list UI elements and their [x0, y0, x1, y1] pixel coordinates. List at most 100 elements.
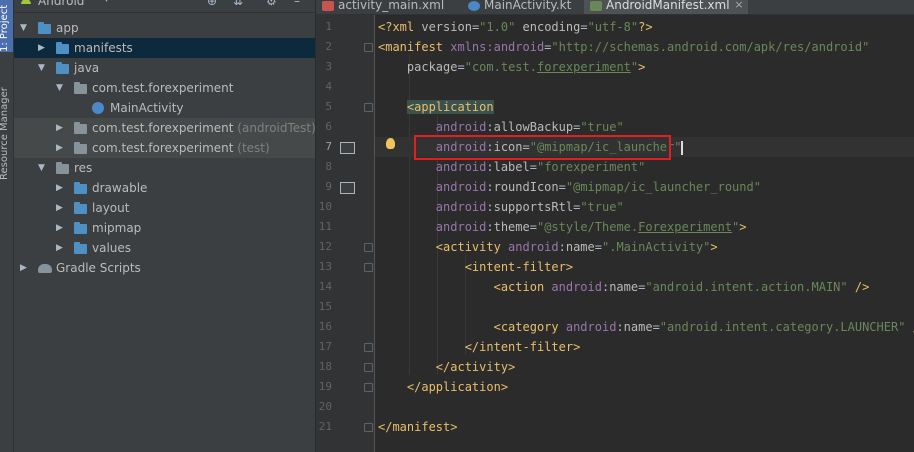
hide-icon[interactable]: – — [294, 0, 300, 8]
text-caret — [681, 140, 684, 155]
image-icon[interactable] — [340, 142, 355, 154]
fold-marker-icon[interactable] — [364, 423, 373, 432]
tree-item[interactable]: ▼ com.test.forexperiment — [14, 78, 315, 98]
code-line[interactable]: <?xml version="1.0" encoding="utf-8"?> — [375, 17, 914, 37]
gutter-line: 18 — [316, 357, 374, 377]
tab-label: AndroidManifest.xml — [606, 0, 730, 12]
gear-icon[interactable]: ⚙ — [266, 0, 277, 8]
tree-item[interactable]: ▶ com.test.forexperiment (test) — [14, 138, 315, 158]
resource-manager-tool-tab[interactable]: Resource Manager — [0, 87, 13, 180]
code-line[interactable]: </activity> — [375, 357, 914, 377]
tree-item-label: layout — [92, 201, 130, 215]
tree-item[interactable]: ▼ res — [14, 158, 315, 178]
code-line[interactable]: <action android:name="android.intent.act… — [375, 277, 914, 297]
tab-mainactivity-kt[interactable]: MainActivity.kt — [464, 0, 579, 14]
view-selector[interactable]: Android — [38, 0, 84, 8]
code-token: android — [435, 180, 487, 194]
fold-marker-icon[interactable] — [364, 43, 373, 52]
code-token: : — [616, 320, 624, 334]
tree-item[interactable]: ▶ mipmap — [14, 218, 315, 238]
code-line[interactable] — [375, 297, 914, 317]
code-line[interactable] — [375, 397, 914, 417]
fold-marker-icon[interactable] — [364, 363, 373, 372]
code-token: android — [565, 320, 617, 334]
code-line[interactable]: <manifest xmlns:android="http://schemas.… — [375, 37, 914, 57]
code-line[interactable]: <intent-filter> — [375, 257, 914, 277]
globe-icon[interactable]: ⊕ — [207, 0, 217, 8]
gutter-line: 16 — [316, 317, 374, 337]
line-number: 20 — [318, 400, 332, 413]
code-token: android — [435, 160, 487, 174]
tree-item[interactable]: ▼ java — [14, 58, 315, 78]
code-area[interactable]: <?xml version="1.0" encoding="utf-8"?> <m… — [375, 15, 914, 452]
code-token: > — [710, 240, 718, 254]
gutter-line: 8 — [316, 157, 374, 177]
view-selector-dropdown-icon[interactable]: ▾ — [104, 0, 109, 5]
collapsed-arrow-icon[interactable]: ▶ — [56, 138, 63, 158]
code-token: name — [623, 320, 653, 334]
expanded-arrow-icon[interactable]: ▼ — [20, 18, 27, 38]
tree-item[interactable]: ▶ drawable — [14, 178, 315, 198]
code-token: <activity — [435, 240, 509, 254]
tree-item-label: mipmap — [92, 221, 142, 235]
collapsed-arrow-icon[interactable]: ▶ — [56, 238, 63, 258]
kotlin-file-icon — [468, 0, 480, 11]
code-token: /> — [854, 280, 870, 294]
fold-marker-icon[interactable] — [364, 243, 373, 252]
collapsed-arrow-icon[interactable]: ▶ — [56, 198, 63, 218]
code-line[interactable]: android:label="forexperiment" — [375, 157, 914, 177]
line-number: 11 — [318, 220, 332, 233]
code-line[interactable]: android:supportsRtl="true" — [375, 197, 914, 217]
code-line[interactable]: android:allowBackup="true" — [375, 117, 914, 137]
collapsed-arrow-icon[interactable]: ▶ — [56, 218, 63, 238]
code-line[interactable]: android:theme="@style/Theme.Forexperimen… — [375, 217, 914, 237]
tree-item[interactable]: ▶ manifests — [14, 38, 315, 58]
tree-item[interactable]: MainActivity — [14, 98, 315, 118]
tree-item[interactable]: ▶ Gradle Scripts — [14, 258, 315, 278]
expanded-arrow-icon[interactable]: ▼ — [38, 158, 45, 178]
code-line[interactable] — [375, 77, 914, 97]
lightbulb-icon[interactable] — [386, 138, 395, 149]
line-number: 10 — [318, 200, 332, 213]
code-line[interactable]: <activity android:name=".MainActivity"> — [375, 237, 914, 257]
fold-marker-icon[interactable] — [364, 383, 373, 392]
tree-item[interactable]: ▼ app — [14, 18, 315, 38]
fold-marker-icon[interactable] — [364, 103, 373, 112]
tree-item[interactable]: ▶ com.test.forexperiment (androidTest) — [14, 118, 315, 138]
project-tool-tab[interactable]: 1: Project — [0, 0, 13, 52]
collapse-icon[interactable]: ⇊ — [233, 0, 243, 8]
code-line[interactable]: </manifest> — [375, 417, 914, 437]
tab-androidmanifest-xml[interactable]: AndroidManifest.xml × — [584, 0, 748, 14]
expanded-arrow-icon[interactable]: ▼ — [38, 58, 45, 78]
fold-marker-icon[interactable] — [364, 343, 373, 352]
collapsed-arrow-icon[interactable]: ▶ — [20, 258, 27, 278]
gutter-line: 13 — [316, 257, 374, 277]
code-line[interactable]: </application> — [375, 377, 914, 397]
code-line[interactable]: </intent-filter> — [375, 337, 914, 357]
code-token: ".MainActivity" — [602, 240, 711, 254]
tool-window-stripe: 1: Project Resource Manager — [0, 0, 14, 452]
collapsed-arrow-icon[interactable]: ▶ — [56, 178, 63, 198]
code-token: name — [609, 280, 639, 294]
collapsed-arrow-icon[interactable]: ▶ — [56, 118, 63, 138]
code-token: "1.0" — [479, 20, 516, 34]
tree-item[interactable]: ▶ layout — [14, 198, 315, 218]
close-icon[interactable]: × — [734, 0, 743, 14]
code-line[interactable]: <category android:name="android.intent.c… — [375, 317, 914, 337]
code-line[interactable]: <application — [375, 97, 914, 117]
fold-marker-icon[interactable] — [364, 263, 373, 272]
code-line[interactable]: package="com.test.forexperiment"> — [375, 57, 914, 77]
code-token: package — [406, 60, 458, 74]
image-icon[interactable] — [340, 182, 355, 194]
tab-activity-main-xml[interactable]: activity_main.xml — [318, 0, 452, 14]
code-token: android — [551, 280, 602, 294]
collapsed-arrow-icon[interactable]: ▶ — [38, 38, 45, 58]
code-token: </intent-filter> — [464, 340, 581, 354]
code-line[interactable]: android:roundIcon="@mipmap/ic_launcher_r… — [375, 177, 914, 197]
expanded-arrow-icon[interactable]: ▼ — [56, 78, 63, 98]
code-token: ?> — [638, 20, 653, 34]
gutter-line: 12 — [316, 237, 374, 257]
tree-item[interactable]: ▶ values — [14, 238, 315, 258]
